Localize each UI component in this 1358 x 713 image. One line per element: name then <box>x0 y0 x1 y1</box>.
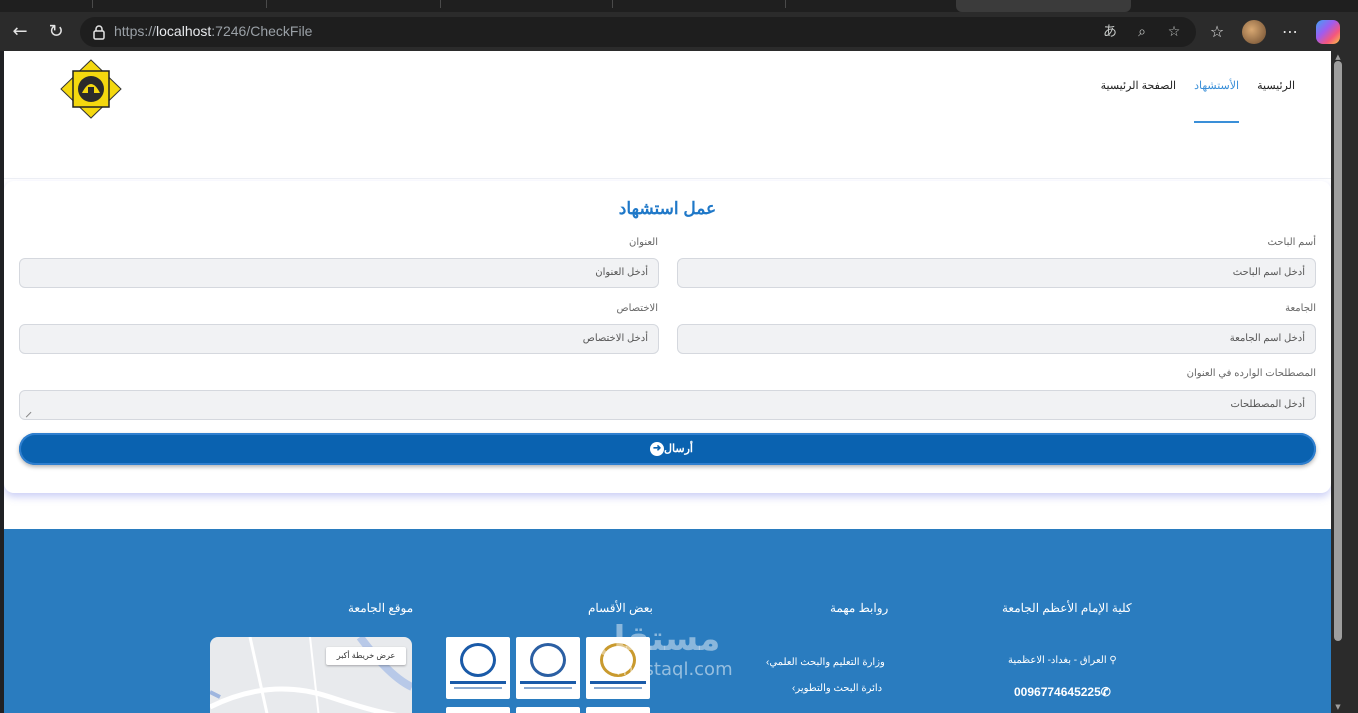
tab-separator <box>440 0 441 8</box>
title-field[interactable]: أدخل العنوان <box>19 258 659 288</box>
lock-icon <box>93 25 105 40</box>
link-ministry-label: وزارة التعليم والبحث العلمي <box>769 657 885 668</box>
tab-separator <box>266 0 267 8</box>
links-title: روابط مهمة <box>830 601 889 615</box>
profile-avatar[interactable] <box>1242 20 1266 44</box>
terms-textarea[interactable]: أدخل المصطلحات <box>19 390 1316 420</box>
specialization-label: الاختصاص <box>616 303 659 314</box>
college-title: كلية الإمام الأعظم الجامعة <box>1002 601 1132 615</box>
department-text-bar <box>454 687 502 689</box>
scroll-up-icon[interactable]: ▲ <box>1333 53 1343 61</box>
address-bar[interactable]: https://localhost:7246/CheckFile あ ⌕ ☆ <box>80 17 1196 47</box>
department-emblem-icon <box>530 643 566 677</box>
address-text: ⚲ العراق - بغداد- الاعظمية <box>1008 655 1117 666</box>
favorite-star-icon[interactable]: ☆ <box>1164 22 1184 42</box>
watermark-url: mostaql.com <box>616 659 733 680</box>
department-logo[interactable] <box>516 637 580 699</box>
university-label: الجامعة <box>1285 303 1316 314</box>
university-field[interactable]: أدخل اسم الجامعة <box>677 324 1316 354</box>
view-larger-map-button[interactable]: عرض خريطة أكبر <box>326 647 406 665</box>
tab-strip <box>0 0 1358 12</box>
department-logo[interactable] <box>586 707 650 713</box>
link-ministry[interactable]: وزارة التعليم والبحث العلمي› <box>766 657 885 668</box>
site-footer: كلية الإمام الأعظم الجامعة ⚲ العراق - بغ… <box>4 529 1331 713</box>
refresh-icon[interactable]: ↻ <box>44 20 68 44</box>
terms-label: المصطلحات الوارده في العنوان <box>1186 368 1316 379</box>
department-logo[interactable] <box>516 707 580 713</box>
scroll-down-icon[interactable]: ▼ <box>1333 703 1343 711</box>
submit-button[interactable]: ➜ أرسال <box>19 433 1316 465</box>
submit-label: أرسال <box>664 443 693 455</box>
phone-icon: ✆ <box>1100 685 1111 699</box>
department-text-bar <box>524 687 572 689</box>
active-tab[interactable] <box>956 0 1131 12</box>
watermark: مستقل <box>596 619 721 659</box>
form-title: عمل استشهاد <box>618 199 717 218</box>
department-text-bar <box>590 681 646 684</box>
resize-handle-icon[interactable] <box>21 407 32 418</box>
spacer-band <box>4 123 1331 179</box>
phone-value: 0096774645225 <box>1014 685 1101 699</box>
site-header: الرئيسية الأستشهاد الصفحة الرئيسية <box>4 51 1331 123</box>
page-viewport: الرئيسية الأستشهاد الصفحة الرئيسية عمل ا… <box>4 51 1331 713</box>
department-logo[interactable] <box>446 637 510 699</box>
researcher-field[interactable]: أدخل اسم الباحث <box>677 258 1316 288</box>
map-embed[interactable]: عرض خريطة أكبر <box>210 637 412 713</box>
link-research[interactable]: دائرة البحث والتطوير› <box>792 683 882 694</box>
department-text-bar <box>450 681 506 684</box>
back-icon[interactable]: ← <box>8 20 32 44</box>
link-research-label: دائرة البحث والتطوير <box>795 683 883 694</box>
specialization-field[interactable]: أدخل الاختصاص <box>19 324 659 354</box>
terms-placeholder: أدخل المصطلحات <box>1230 399 1305 410</box>
tab-separator <box>612 0 613 8</box>
nav-item-main-page[interactable]: الصفحة الرئيسية <box>1101 51 1176 123</box>
url-text: https://localhost:7246/CheckFile <box>114 23 313 39</box>
location-pin-icon: ⚲ <box>1109 655 1117 666</box>
read-aloud-icon[interactable]: あ <box>1100 22 1120 42</box>
main-nav: الرئيسية الأستشهاد الصفحة الرئيسية <box>1101 51 1295 123</box>
browser-toolbar: ← ↻ https://localhost:7246/CheckFile あ ⌕… <box>0 12 1358 51</box>
scrollbar-thumb[interactable] <box>1334 61 1342 641</box>
college-logo[interactable] <box>60 59 122 119</box>
arrow-right-icon: ➜ <box>650 442 665 457</box>
zoom-icon[interactable]: ⌕ <box>1132 22 1152 42</box>
tab-separator <box>92 0 93 8</box>
copilot-icon[interactable] <box>1316 20 1340 44</box>
tab-separator <box>785 0 786 8</box>
department-text-bar <box>594 687 642 689</box>
department-logo[interactable] <box>446 707 510 713</box>
vertical-scrollbar[interactable]: ▲ ▼ <box>1331 51 1358 713</box>
citation-form-card: عمل استشهاد أسم الباحث أدخل اسم الباحث ا… <box>4 181 1331 493</box>
favorites-icon[interactable]: ☆ <box>1206 21 1228 43</box>
researcher-label: أسم الباحث <box>1267 237 1316 248</box>
address-value: العراق - بغداد- الاعظمية <box>1008 655 1107 666</box>
title-label: العنوان <box>629 237 658 248</box>
more-menu-icon[interactable]: ⋯ <box>1279 21 1301 43</box>
departments-title: بعض الأقسام <box>588 601 653 615</box>
map-title: موقع الجامعة <box>348 601 414 615</box>
phone-text: 0096774645225✆ <box>1014 685 1111 699</box>
department-text-bar <box>520 681 576 684</box>
nav-item-home[interactable]: الرئيسية <box>1257 51 1295 123</box>
department-emblem-icon <box>460 643 496 677</box>
nav-item-citation[interactable]: الأستشهاد <box>1194 51 1240 123</box>
